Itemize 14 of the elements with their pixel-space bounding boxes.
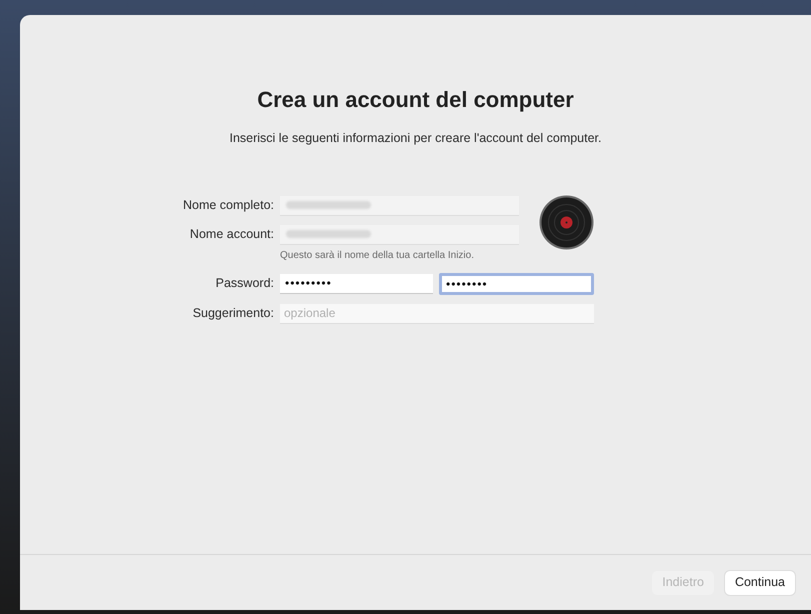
hint-text: Questo sarà il nome della tua cartella Inizio. bbox=[280, 248, 475, 263]
page-subtitle: Inserisci le seguenti informazioni per creare l'account del computer. bbox=[229, 130, 602, 147]
field-label: Suggerimento: bbox=[192, 305, 274, 322]
verify-password-field[interactable]: •••••••• bbox=[439, 272, 594, 295]
field-label: Password: bbox=[214, 275, 274, 292]
text-field[interactable] bbox=[280, 224, 519, 245]
field-label: Nome account: bbox=[188, 226, 274, 244]
nav-button[interactable]: Continua bbox=[724, 570, 795, 594]
password-field[interactable]: ••••••••• bbox=[280, 274, 433, 294]
text-field[interactable] bbox=[280, 196, 519, 216]
page-title: Crea un account del computer bbox=[257, 86, 574, 114]
field-label: Nome completo: bbox=[182, 197, 274, 214]
hint-input-field[interactable]: opzionale bbox=[280, 304, 594, 324]
vinyl-record-avatar[interactable] bbox=[539, 194, 594, 250]
